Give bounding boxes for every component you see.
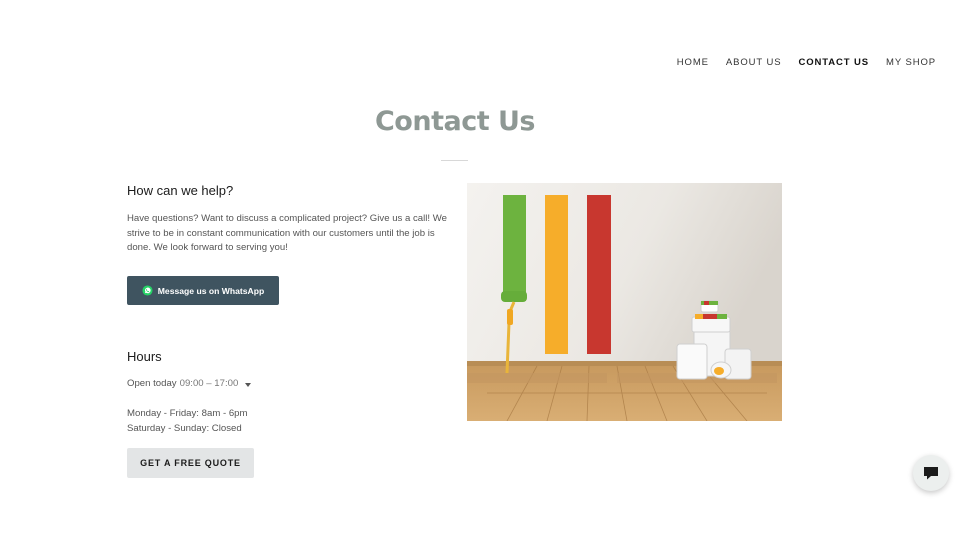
hours-heading: Hours [127, 349, 162, 364]
open-today-time: 09:00 – 17:00 [179, 378, 239, 389]
red-paint-stripe [587, 195, 611, 354]
hours-weekday: Monday - Friday: 8am - 6pm [127, 408, 248, 419]
whatsapp-icon [142, 285, 153, 296]
whatsapp-button-label: Message us on WhatsApp [157, 285, 265, 296]
nav-about-us[interactable]: ABOUT US [726, 57, 782, 68]
main-nav: HOME ABOUT US CONTACT US MY SHOP [677, 57, 936, 68]
nav-my-shop[interactable]: MY SHOP [886, 57, 936, 68]
orange-paint-stripe [545, 195, 568, 354]
help-heading: How can we help? [127, 183, 234, 198]
hours-weekend: Saturday - Sunday: Closed [127, 422, 242, 434]
nav-home[interactable]: HOME [677, 57, 709, 68]
chat-bubble-icon [924, 467, 938, 480]
open-today-label: Open today [127, 378, 177, 389]
caret-down-icon [245, 382, 252, 387]
nav-contact-us[interactable]: CONTACT US [798, 57, 869, 68]
hero-image [467, 183, 782, 421]
open-today-toggle[interactable]: Open today 09:00 – 17:00 [127, 378, 252, 389]
help-text: Have questions? Want to discuss a compli… [127, 213, 447, 253]
painted-wall-illustration [467, 183, 782, 421]
chat-button[interactable] [913, 455, 949, 491]
green-paint-stripe [503, 195, 526, 301]
free-quote-button[interactable]: GET A FREE QUOTE [127, 448, 254, 478]
whatsapp-button[interactable]: Message us on WhatsApp [127, 276, 279, 305]
hours-schedule: Monday - Friday: 8am - 6pm Saturday - Su… [127, 407, 248, 436]
title-divider [441, 160, 468, 161]
page-title: Contact Us [374, 106, 536, 137]
